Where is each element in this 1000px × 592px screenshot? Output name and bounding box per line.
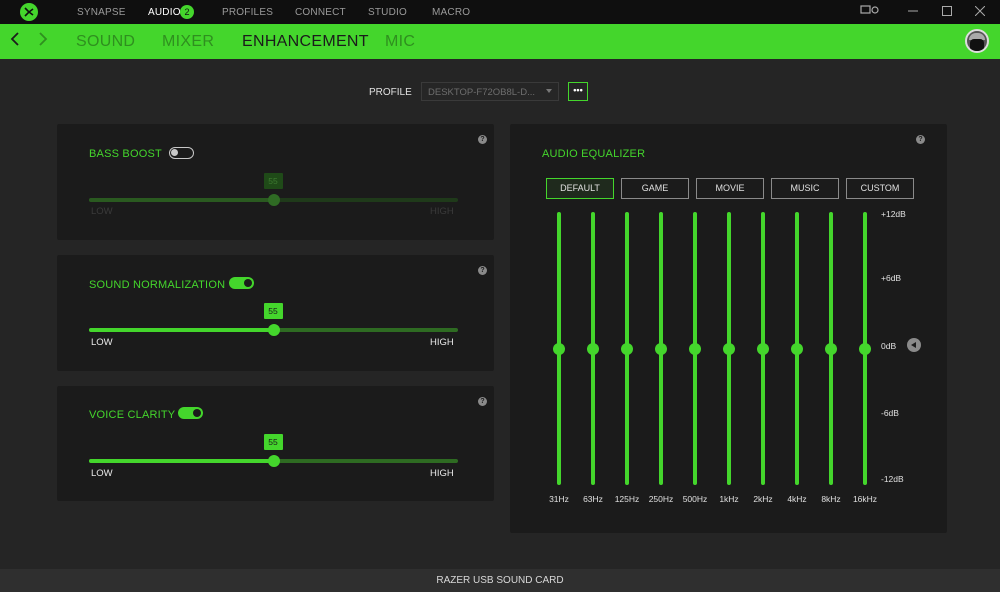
tab-macro[interactable]: MACRO <box>432 7 470 18</box>
eq-db-label: -12dB <box>881 474 904 484</box>
tab-mic[interactable]: MIC <box>385 33 415 51</box>
help-icon[interactable]: ? <box>916 135 925 144</box>
sound-normalization-slider[interactable] <box>89 324 458 336</box>
status-bar: RAZER USB SOUND CARD <box>0 569 1000 592</box>
back-arrow-icon[interactable] <box>10 31 20 51</box>
eq-band-handle[interactable] <box>655 342 667 355</box>
tab-connect[interactable]: CONNECT <box>295 7 346 18</box>
sound-normalization-value: 55 <box>263 303 283 319</box>
eq-band-handle[interactable] <box>757 342 769 355</box>
device-settings-icon[interactable] <box>860 4 879 20</box>
eq-db-label: 0dB <box>881 341 897 351</box>
voice-clarity-slider-handle[interactable] <box>267 455 280 467</box>
preset-movie-button[interactable]: MOVIE <box>696 178 764 199</box>
eq-band-handle[interactable] <box>553 342 565 355</box>
help-icon[interactable]: ? <box>478 266 487 275</box>
bass-boost-panel: ? BASS BOOST 55 LOW HIGH <box>57 124 494 240</box>
tab-profiles[interactable]: PROFILES <box>222 7 273 18</box>
avatar[interactable] <box>965 29 989 53</box>
close-icon[interactable] <box>972 4 988 20</box>
tab-mixer[interactable]: MIXER <box>162 33 214 51</box>
eq-db-label: +12dB <box>881 209 906 219</box>
tab-sound[interactable]: SOUND <box>76 33 135 51</box>
maximize-icon[interactable] <box>939 4 955 20</box>
eq-band-handle[interactable] <box>723 342 735 355</box>
eq-db-label: -6dB <box>881 408 899 418</box>
sound-normalization-slider-handle[interactable] <box>267 324 280 336</box>
voice-clarity-low-label: LOW <box>91 468 113 479</box>
minimize-icon[interactable] <box>905 4 921 20</box>
eq-db-label: +6dB <box>881 273 902 283</box>
bass-boost-title: BASS BOOST <box>89 148 162 160</box>
preset-music-button[interactable]: MUSIC <box>771 178 839 199</box>
bass-boost-value: 55 <box>263 173 283 189</box>
bass-boost-slider[interactable] <box>89 194 458 206</box>
bass-boost-toggle[interactable] <box>169 147 194 159</box>
audio-badge: 2 <box>180 5 194 19</box>
bass-boost-low-label: LOW <box>91 206 113 217</box>
eq-band-handle[interactable] <box>621 342 633 355</box>
bass-boost-high-label: HIGH <box>430 206 454 217</box>
eq-band-handle[interactable] <box>859 342 871 355</box>
tab-enhancement[interactable]: ENHANCEMENT <box>242 33 369 51</box>
sound-normalization-low-label: LOW <box>91 337 113 348</box>
bass-boost-slider-handle[interactable] <box>267 194 280 206</box>
sound-normalization-high-label: HIGH <box>430 337 454 348</box>
voice-clarity-value: 55 <box>263 434 283 450</box>
voice-clarity-toggle[interactable] <box>178 407 203 419</box>
voice-clarity-high-label: HIGH <box>430 468 454 479</box>
sub-nav-bar: SOUND MIXER ENHANCEMENT MIC <box>0 24 1000 59</box>
audio-equalizer-title: AUDIO EQUALIZER <box>542 148 646 160</box>
help-icon[interactable]: ? <box>478 135 487 144</box>
voice-clarity-title: VOICE CLARITY <box>89 409 176 421</box>
voice-clarity-panel: ? VOICE CLARITY 55 LOW HIGH <box>57 386 494 501</box>
profile-dropdown[interactable]: DESKTOP-F72OB8L-D... <box>421 82 559 101</box>
chevron-down-icon <box>546 89 552 93</box>
eq-band-handle[interactable] <box>587 342 599 355</box>
sound-normalization-panel: ? SOUND NORMALIZATION 55 LOW HIGH <box>57 255 494 371</box>
eq-band-freq-label: 16kHz <box>852 494 878 504</box>
profile-label: PROFILE <box>369 87 412 98</box>
sound-normalization-toggle[interactable] <box>229 277 254 289</box>
voice-clarity-slider[interactable] <box>89 455 458 467</box>
tab-audio[interactable]: AUDIO <box>148 7 181 18</box>
title-bar: SYNAPSE AUDIO 2 PROFILES CONNECT STUDIO … <box>0 0 1000 24</box>
profile-value: DESKTOP-F72OB8L-D... <box>428 87 535 98</box>
profile-more-button[interactable]: ••• <box>568 82 588 101</box>
razer-logo-icon[interactable] <box>20 3 38 21</box>
sound-normalization-title: SOUND NORMALIZATION <box>89 279 226 291</box>
eq-band-handle[interactable] <box>825 342 837 355</box>
preset-custom-button[interactable]: CUSTOM <box>846 178 914 199</box>
tab-synapse[interactable]: SYNAPSE <box>77 7 126 18</box>
preset-default-button[interactable]: DEFAULT <box>546 178 614 199</box>
eq-band-handle[interactable] <box>689 342 701 355</box>
help-icon[interactable]: ? <box>478 397 487 406</box>
preset-game-button[interactable]: GAME <box>621 178 689 199</box>
forward-arrow-icon[interactable] <box>38 31 48 51</box>
eq-band-handle[interactable] <box>791 342 803 355</box>
tab-studio[interactable]: STUDIO <box>368 7 407 18</box>
eq-reset-icon[interactable] <box>907 338 921 352</box>
